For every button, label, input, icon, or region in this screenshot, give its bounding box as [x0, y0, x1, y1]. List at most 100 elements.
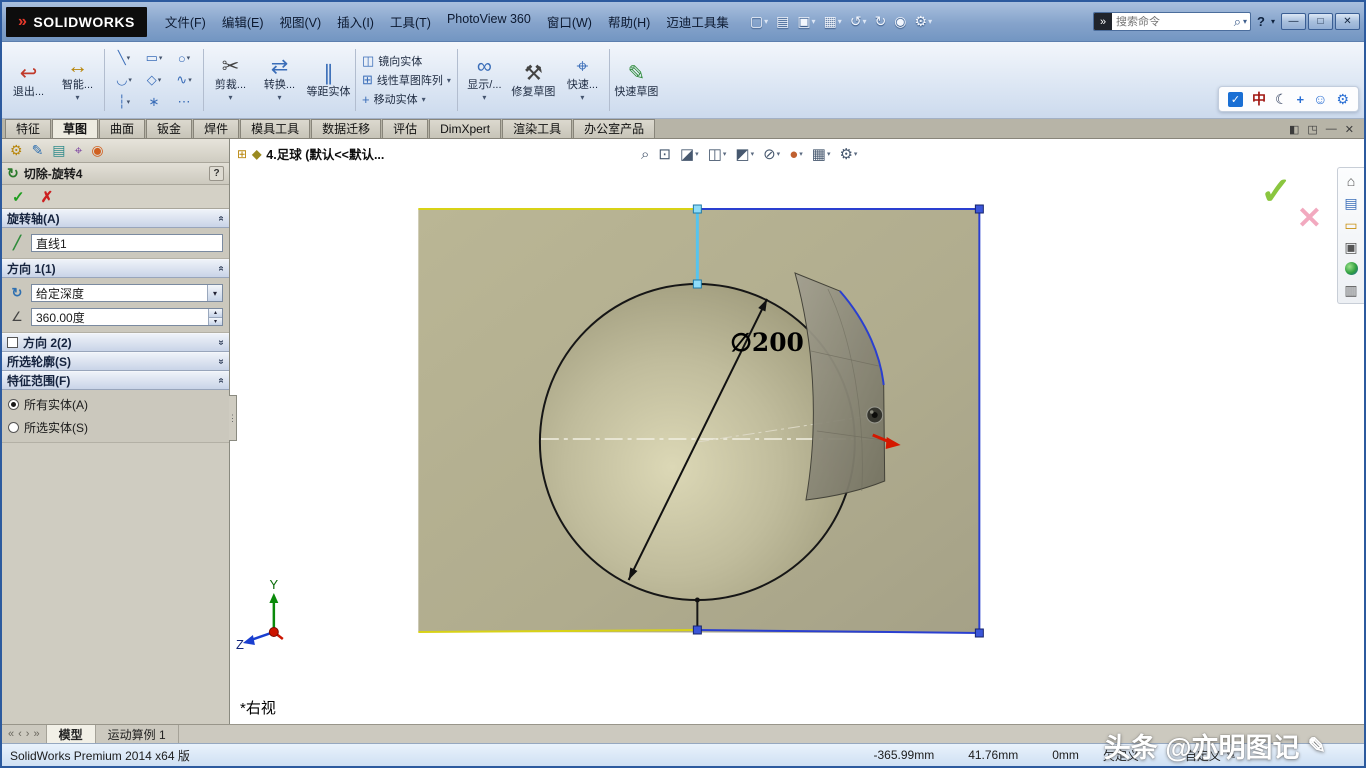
menu-help[interactable]: 帮助(H): [600, 8, 658, 35]
options-button[interactable]: ⚙▾: [912, 12, 936, 31]
propertymanager-tab-icon[interactable]: ✎: [32, 142, 44, 159]
chevron-up-icon[interactable]: »: [216, 378, 227, 384]
sketch-point[interactable]: [695, 598, 700, 603]
zoom-fit-button[interactable]: ⌕: [638, 146, 652, 163]
direction1-section-header[interactable]: 方向 1(1) »: [2, 259, 229, 278]
undo-button[interactable]: ↺▾: [847, 12, 870, 31]
chevron-down-icon[interactable]: »: [216, 359, 227, 365]
home-icon[interactable]: ⌂: [1347, 174, 1355, 188]
axis-selection-field[interactable]: 直线1: [31, 234, 223, 252]
chevron-down-icon[interactable]: »: [216, 340, 227, 346]
settings-gear-icon[interactable]: ⚙: [1336, 91, 1349, 108]
menu-view[interactable]: 视图(V): [272, 8, 330, 35]
tab-mold-tools[interactable]: 模具工具: [240, 119, 310, 138]
design-library-icon[interactable]: ▤: [1344, 196, 1357, 210]
search-bar[interactable]: » ⌕ ▾: [1093, 12, 1251, 31]
vertex-handle-bottom-left[interactable]: [693, 626, 701, 634]
section-view-button[interactable]: ◪▾: [677, 145, 702, 163]
tab-dimxpert[interactable]: DimXpert: [429, 119, 501, 138]
panes-icon[interactable]: ◧: [1289, 123, 1299, 136]
point-tool[interactable]: ∗: [139, 91, 169, 113]
chevron-up-icon[interactable]: »: [216, 216, 227, 222]
next-tab-icon[interactable]: ›: [26, 728, 30, 740]
doc-minimize-icon[interactable]: —: [1326, 123, 1337, 136]
quick-snaps-button[interactable]: ⌖ 快速... ▾: [558, 44, 607, 116]
tab-sketch[interactable]: 草图: [52, 119, 98, 138]
tab-evaluate[interactable]: 评估: [382, 119, 428, 138]
angle-spinner[interactable]: 360.00度 ▴▾: [31, 308, 223, 326]
vertex-handle-selected-mid[interactable]: [693, 280, 701, 288]
convert-entities-button[interactable]: ⇄ 转换... ▾: [255, 44, 304, 116]
apply-scene-button[interactable]: ▦▾: [809, 145, 834, 163]
tab-sheet-metal[interactable]: 钣金: [146, 119, 192, 138]
custom-properties-icon[interactable]: ▥: [1344, 283, 1357, 297]
edit-appearance-button[interactable]: ●▾: [786, 146, 806, 163]
view-palette-icon[interactable]: ▣: [1344, 240, 1357, 254]
linear-pattern-button[interactable]: ⊞ 线性草图阵列 ▾: [362, 72, 451, 88]
graphics-area[interactable]: ⊞ ◆ 4.足球 (默认<<默认... ⌕ ⊡ ◪▾ ◫▾ ◩▾ ⊘▾ ●▾ ▦…: [230, 139, 1364, 724]
move-entities-button[interactable]: + 移动实体 ▾: [362, 91, 451, 107]
doc-close-icon[interactable]: ✕: [1345, 123, 1354, 136]
revolve-direction-icon[interactable]: ↻: [8, 285, 26, 301]
selected-bodies-radio[interactable]: [8, 422, 19, 433]
contours-section-header[interactable]: 所选轮廓(S) »: [2, 352, 229, 371]
direction2-section-header[interactable]: 方向 2(2) »: [2, 333, 229, 352]
direction2-checkbox[interactable]: [7, 337, 18, 348]
search-scope-icon[interactable]: »: [1094, 13, 1112, 30]
tab-features[interactable]: 特征: [5, 119, 51, 138]
trim-entities-button[interactable]: ✂ 剪裁... ▾: [206, 44, 255, 116]
polygon-tool[interactable]: ◇▾: [139, 69, 169, 91]
end-condition-select[interactable]: 给定深度 ▾: [31, 284, 223, 302]
restore-button[interactable]: □: [1308, 13, 1333, 30]
help-button[interactable]: ?: [1251, 14, 1271, 29]
spline-tool[interactable]: ∿▾: [169, 69, 199, 91]
first-tab-icon[interactable]: «: [8, 728, 14, 740]
view-orientation-button[interactable]: ◫▾: [705, 145, 730, 163]
spin-down-icon[interactable]: ▾: [209, 318, 222, 326]
exit-sketch-button[interactable]: ↩ 退出...: [4, 44, 53, 116]
search-dropdown-icon[interactable]: ▾: [1243, 17, 1250, 26]
rebuild-button[interactable]: ◉: [891, 12, 909, 31]
menu-photoview[interactable]: PhotoView 360: [439, 8, 539, 35]
select-dropdown-icon[interactable]: ▾: [207, 285, 222, 301]
confirm-ok-button[interactable]: ✓: [1260, 169, 1292, 214]
display-style-button[interactable]: ◩▾: [732, 145, 757, 163]
feature-tree-flyout[interactable]: ⊞ ◆ 4.足球 (默认<<默认...: [237, 144, 384, 163]
diameter-dimension-label[interactable]: ∅200: [730, 328, 804, 357]
search-input[interactable]: [1112, 16, 1232, 28]
blue-check-icon[interactable]: ✓: [1228, 92, 1243, 107]
add-icon[interactable]: +: [1297, 92, 1305, 107]
moon-icon[interactable]: ☾: [1275, 91, 1288, 108]
dimxpertmanager-tab-icon[interactable]: ⌖: [75, 142, 83, 159]
mirror-entities-button[interactable]: ◫ 镜向实体: [362, 53, 451, 69]
search-icon[interactable]: ⌕: [1232, 14, 1243, 30]
all-bodies-radio[interactable]: [8, 399, 19, 410]
open-button[interactable]: ▤: [773, 12, 792, 31]
repair-sketch-button[interactable]: ⚒ 修复草图: [509, 44, 558, 116]
centerline-tool[interactable]: ┆▾: [109, 91, 139, 113]
rapid-sketch-button[interactable]: ✎ 快速草图: [612, 44, 661, 116]
arc-tool[interactable]: ◡▾: [109, 69, 139, 91]
tab-surfaces[interactable]: 曲面: [99, 119, 145, 138]
earth-appearances-icon[interactable]: [1345, 262, 1358, 275]
tab-weldments[interactable]: 焊件: [193, 119, 239, 138]
menu-insert[interactable]: 插入(I): [329, 8, 382, 35]
user-icon[interactable]: ☺: [1313, 91, 1327, 107]
pm-help-button[interactable]: ?: [209, 166, 224, 181]
ok-button[interactable]: ✓: [12, 188, 25, 206]
all-bodies-option[interactable]: 所有实体(A): [8, 396, 223, 413]
print-button[interactable]: ▦▾: [821, 12, 845, 31]
help-dropdown-icon[interactable]: ▾: [1271, 17, 1275, 26]
motion-study-tab[interactable]: 运动算例 1: [96, 725, 179, 743]
prev-tab-icon[interactable]: ‹: [18, 728, 22, 740]
displaymanager-tab-icon[interactable]: ◉: [91, 142, 103, 159]
spin-up-icon[interactable]: ▴: [209, 309, 222, 318]
tab-data-migration[interactable]: 数据迁移: [311, 119, 381, 138]
display-relations-button[interactable]: ∞ 显示/... ▾: [460, 44, 509, 116]
line-tool[interactable]: ╲▾: [109, 47, 139, 69]
view-settings-button[interactable]: ⚙▾: [836, 145, 860, 163]
cascade-icon[interactable]: ◳: [1307, 123, 1317, 136]
tab-render-tools[interactable]: 渲染工具: [502, 119, 572, 138]
offset-entities-button[interactable]: ∥ 等距实体: [304, 44, 353, 116]
menu-tools[interactable]: 工具(T): [382, 8, 439, 35]
